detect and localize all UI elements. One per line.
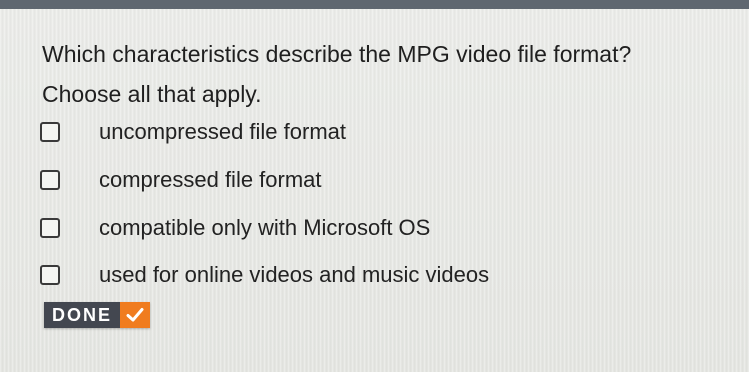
option-label: compressed file format xyxy=(99,167,322,192)
top-bar xyxy=(0,0,749,9)
option-compressed[interactable]: compressed file format xyxy=(40,160,322,200)
checkbox[interactable] xyxy=(40,218,60,238)
checkbox[interactable] xyxy=(40,122,60,142)
checkbox[interactable] xyxy=(40,170,60,190)
option-uncompressed[interactable]: uncompressed file format xyxy=(40,112,346,152)
option-label: used for online videos and music videos xyxy=(99,262,490,287)
question-text: Which characteristics describe the MPG v… xyxy=(42,41,632,107)
checkmark-icon xyxy=(120,302,151,328)
option-online-videos[interactable]: used for online videos and music videos xyxy=(40,255,489,295)
option-label: compatible only with Microsoft OS xyxy=(99,215,431,240)
done-label: DONE xyxy=(44,302,121,328)
done-button[interactable]: DONE xyxy=(44,302,151,328)
option-label: uncompressed file format xyxy=(99,119,346,144)
checkbox[interactable] xyxy=(40,265,60,285)
option-microsoft-only[interactable]: compatible only with Microsoft OS xyxy=(40,208,430,248)
